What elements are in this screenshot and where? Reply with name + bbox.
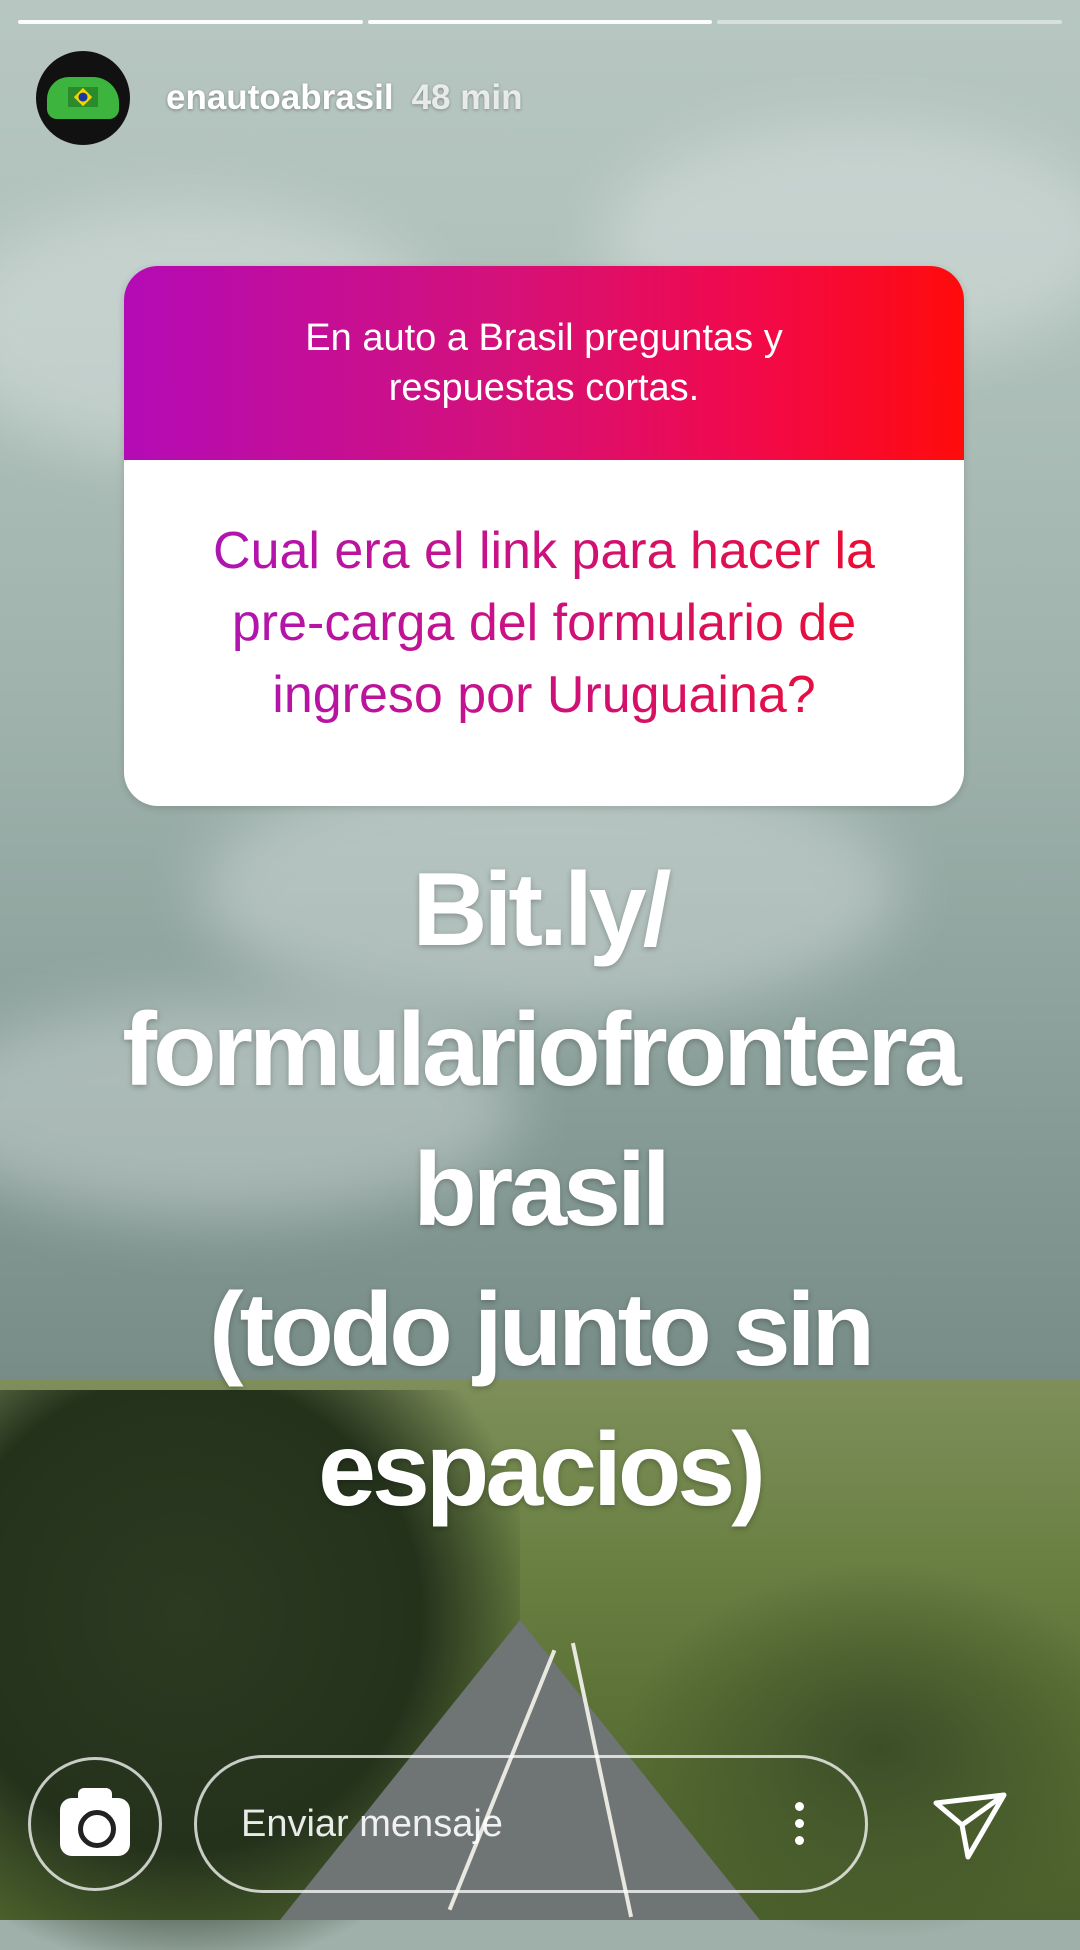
question-sticker-body: Cual era el link para hacer la pre-carga…	[124, 460, 964, 806]
camera-button[interactable]	[28, 1757, 162, 1891]
question-sticker-header: En auto a Brasil preguntas y respuestas …	[124, 266, 964, 460]
reply-bar: Enviar mensaje	[0, 1755, 1080, 1895]
answer-line: brasil	[413, 1132, 670, 1248]
story-header: enautoabrasil 48 min	[36, 50, 522, 146]
answer-line: (todo junto sin	[208, 1272, 875, 1388]
progress-segment	[18, 20, 363, 24]
brazil-car-logo-icon	[47, 77, 119, 119]
answer-line: Bit.ly/	[412, 852, 671, 968]
answer-line: espacios)	[318, 1412, 766, 1528]
message-input[interactable]: Enviar mensaje	[194, 1755, 868, 1893]
post-time: 48 min	[411, 78, 523, 117]
answer-text: Bit.ly/ formulariofrontera brasil (todo …	[0, 840, 1080, 1540]
story-progress-bar	[18, 20, 1063, 24]
camera-icon	[60, 1788, 130, 1856]
question-sticker-title: En auto a Brasil preguntas y respuestas …	[305, 317, 783, 409]
avatar[interactable]	[36, 51, 130, 145]
send-icon[interactable]	[930, 1785, 1010, 1865]
progress-segment	[367, 20, 713, 24]
question-text: Cual era el link para hacer la pre-carga…	[164, 515, 924, 731]
message-placeholder: Enviar mensaje	[241, 1802, 503, 1845]
answer-line: formulariofrontera	[122, 992, 961, 1108]
more-options-icon[interactable]	[795, 1802, 807, 1845]
progress-segment	[717, 20, 1063, 24]
username[interactable]: enautoabrasil	[166, 78, 394, 118]
question-sticker: En auto a Brasil preguntas y respuestas …	[124, 266, 964, 806]
